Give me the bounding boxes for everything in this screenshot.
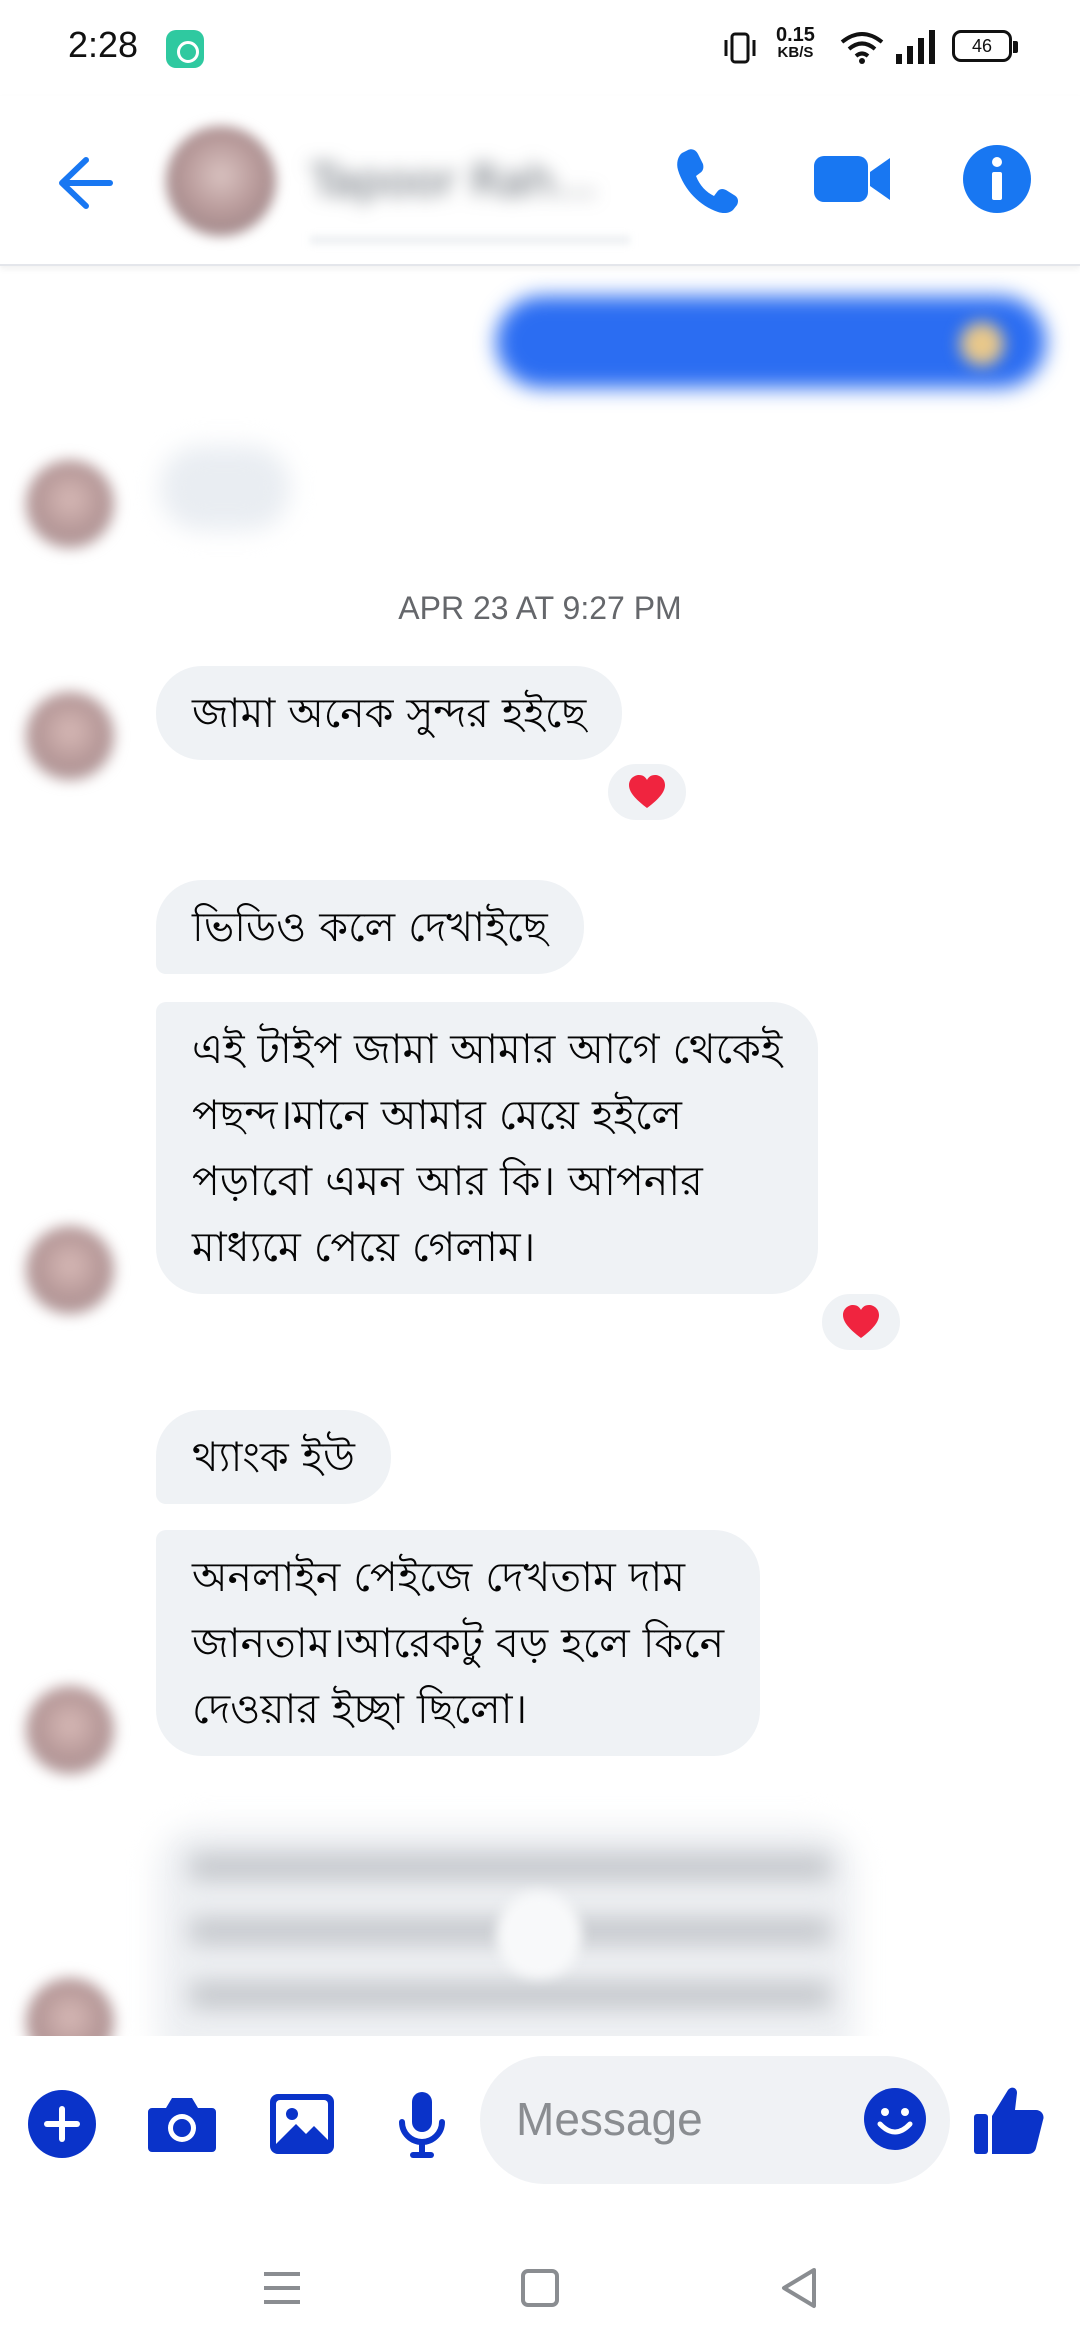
plus-icon[interactable] [22,2084,102,2164]
signal-icon [896,30,935,64]
message-text-line: মাধ্যমে পেয়ে গেলাম। [192,1223,536,1271]
contact-name-underline [310,236,630,244]
menu-icon[interactable] [252,2258,312,2318]
video-camera-icon[interactable] [812,142,894,216]
message-text-line: এই টাইপ জামা আমার আগে থেকেই [192,1025,783,1073]
camera-icon[interactable] [142,2084,222,2164]
message-list[interactable]: APR 23 AT 9:27 PM জামা অনেক সুন্দর হইছে … [0,266,1080,2036]
emoji-icon[interactable] [862,2086,928,2152]
heart-reaction[interactable] [604,760,690,824]
network-speed-value: 0.15 [776,24,815,46]
message-input[interactable] [516,2084,836,2154]
message-text: জামা অনেক সুন্দর হইছে [192,689,587,737]
microphone-icon[interactable] [382,2084,462,2164]
sent-message-avatar-blurred [960,322,1004,366]
contact-avatar[interactable] [166,126,276,236]
sender-avatar[interactable] [26,460,114,548]
sender-avatar[interactable] [26,692,114,780]
vibrate-icon [724,32,756,64]
chat-app-notification-icon [166,30,204,68]
message-input-container[interactable] [480,2056,950,2184]
message-bubble[interactable]: থ্যাংক ইউ [156,1410,391,1504]
message-bubble[interactable]: অনলাইন পেইজে দেখতাম দাম জানতাম।আরেকটু বড… [156,1530,761,1756]
status-bar: 2:28 0.15 KB/S 46 [0,0,1080,96]
message-bubble[interactable]: ভিডিও কলে দেখাইছে [156,880,584,974]
message-text-line: পড়াবো এমন আর কি। আপনার [192,1157,703,1205]
message-text-line: অনলাইন পেইজে দেখতাম দাম [192,1553,685,1601]
sender-avatar[interactable] [26,1978,114,2036]
message-timestamp: APR 23 AT 9:27 PM [398,590,682,626]
received-message-blurred[interactable] [160,446,290,530]
message-text-line: দেওয়ার ইচ্ছা ছিলো। [192,1685,528,1733]
play-icon[interactable] [496,1892,582,1978]
contact-name[interactable]: Tapoor Rah... [310,156,610,208]
network-speed: 0.15 KB/S [776,24,815,62]
system-nav-bar [0,2236,1080,2340]
back-triangle-icon[interactable] [770,2258,830,2318]
heart-reaction[interactable] [818,1290,904,1354]
info-icon[interactable] [960,142,1034,216]
message-bubble[interactable]: জামা অনেক সুন্দর হইছে [156,666,623,760]
network-speed-unit: KB/S [777,44,814,61]
message-text: ভিডিও কলে দেখাইছে [192,903,548,951]
battery-icon: 46 [952,30,1018,62]
conversation-header: Tapoor Rah... [0,96,1080,266]
gallery-icon[interactable] [262,2084,342,2164]
heart-icon [843,1305,879,1338]
message-text: থ্যাংক ইউ [192,1433,355,1481]
sender-avatar[interactable] [26,1686,114,1774]
status-time: 2:28 [68,24,139,65]
home-square-icon[interactable] [510,2258,570,2318]
back-button[interactable] [50,148,120,218]
message-text-line: জানতাম।আরেকটু বড় হলে কিনে [192,1619,725,1667]
message-bubble[interactable]: এই টাইপ জামা আমার আগে থেকেই পছন্দ।মানে আ… [156,1002,819,1294]
message-composer [0,2036,1080,2236]
wifi-icon [840,32,884,64]
message-text-line: পছন্দ।মানে আমার মেয়ে হইলে [192,1091,682,1139]
sender-avatar[interactable] [26,1226,114,1314]
thumbs-up-icon[interactable] [970,2080,1050,2160]
heart-icon [629,775,665,808]
phone-icon[interactable] [670,142,744,216]
